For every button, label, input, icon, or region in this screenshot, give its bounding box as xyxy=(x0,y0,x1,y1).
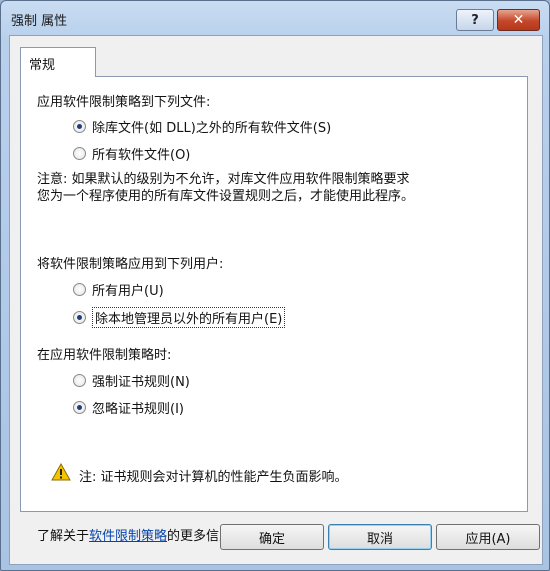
radio-enforce-certificate-rules-label: 强制证书规则(N) xyxy=(92,375,190,390)
radio-enforce-certificate-rules[interactable]: 强制证书规则(N) xyxy=(73,371,190,390)
cancel-button[interactable]: 取消 xyxy=(328,524,432,550)
ok-button[interactable]: 确定 xyxy=(220,524,324,550)
close-button[interactable]: ✕ xyxy=(497,9,540,31)
radio-dot xyxy=(73,401,86,414)
software-restriction-policy-link[interactable]: 软件限制策略 xyxy=(89,529,167,544)
user-scope-heading: 将软件限制策略应用到下列用户: xyxy=(37,257,224,272)
dialog-client-area: 常规 应用软件限制策略到下列文件: 除库文件(如 DLL)之外的所有软件文件(S… xyxy=(9,35,543,565)
file-scope-heading: 应用软件限制策略到下列文件: xyxy=(37,95,211,110)
radio-all-users[interactable]: 所有用户(U) xyxy=(73,280,164,299)
warning-icon xyxy=(51,463,71,481)
properties-dialog: 强制 属性 ? ✕ 常规 应用软件限制策略到下列文件: 除库文件(如 DLL)之… xyxy=(0,0,550,571)
radio-ignore-certificate-rules-label: 忽略证书规则(I) xyxy=(92,402,184,417)
radio-all-except-admins-label: 除本地管理员以外的所有用户(E) xyxy=(92,307,286,328)
radio-dot xyxy=(73,120,86,133)
help-button[interactable]: ? xyxy=(456,9,494,31)
radio-dot xyxy=(73,283,86,296)
radio-ignore-certificate-rules[interactable]: 忽略证书规则(I) xyxy=(73,398,184,417)
radio-all-except-libraries-label: 除库文件(如 DLL)之外的所有软件文件(S) xyxy=(92,121,332,136)
general-tab-panel: 应用软件限制策略到下列文件: 除库文件(如 DLL)之外的所有软件文件(S) 所… xyxy=(20,76,528,544)
title-bar[interactable]: 强制 属性 ? ✕ xyxy=(1,1,549,35)
tab-general-label: 常规 xyxy=(29,58,56,73)
radio-dot xyxy=(73,147,86,160)
learn-more-text: 了解关于软件限制策略的更多信息 xyxy=(37,525,232,544)
radio-all-software-files-label: 所有软件文件(O) xyxy=(92,148,191,163)
radio-all-users-label: 所有用户(U) xyxy=(92,284,164,299)
tab-general[interactable]: 常规 xyxy=(20,47,96,77)
apply-button[interactable]: 应用(A) xyxy=(436,524,540,550)
library-note-line2: 您为一个程序使用的所有库文件设置规则之后，才能使用此程序。 xyxy=(37,189,415,204)
help-icon: ? xyxy=(471,12,479,28)
radio-dot xyxy=(73,374,86,387)
close-icon: ✕ xyxy=(512,12,525,28)
radio-all-software-files[interactable]: 所有软件文件(O) xyxy=(73,144,190,163)
radio-all-except-libraries[interactable]: 除库文件(如 DLL)之外的所有软件文件(S) xyxy=(73,117,331,136)
radio-all-except-admins[interactable]: 除本地管理员以外的所有用户(E) xyxy=(73,307,286,328)
certificate-warning: 注: 证书规则会对计算机的性能产生负面影响。 xyxy=(79,470,348,485)
window-title: 强制 属性 xyxy=(11,14,68,29)
learn-more-prefix: 了解关于 xyxy=(37,529,90,544)
radio-dot xyxy=(73,311,86,324)
certificate-heading: 在应用软件限制策略时: xyxy=(37,348,172,363)
